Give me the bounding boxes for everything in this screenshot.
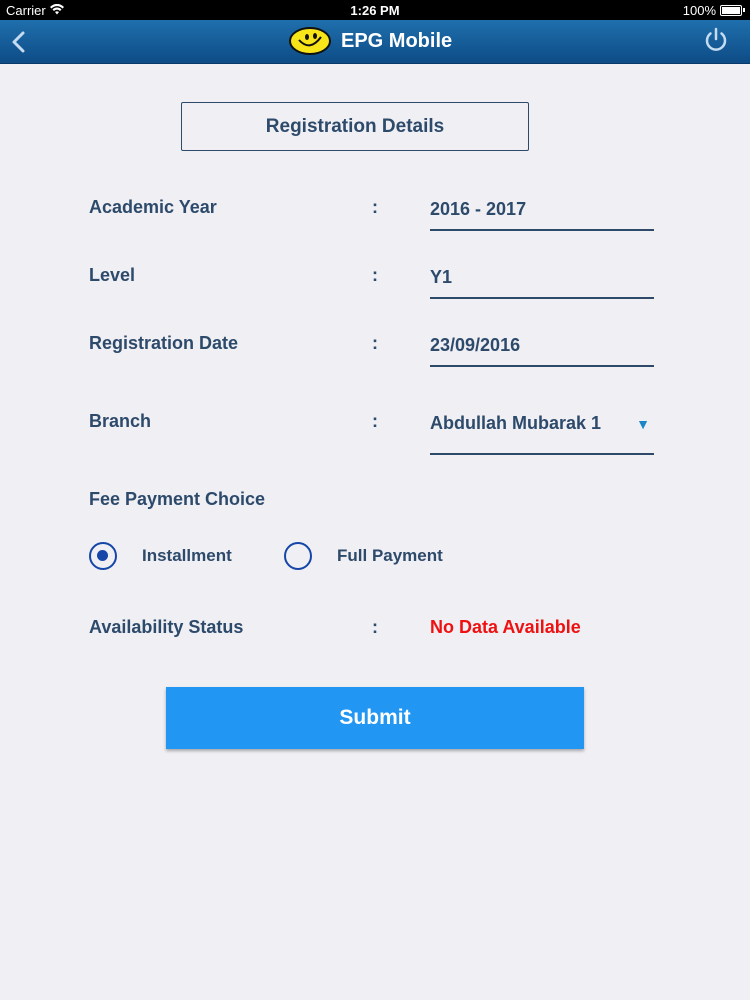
academic-year-value: 2016 - 2017 [430,199,527,219]
battery-icon [720,5,742,16]
submit-button[interactable]: Submit [166,687,584,749]
registration-date-label: Registration Date [89,333,239,353]
status-bar: Carrier 1:26 PM 100% [0,0,750,20]
header-title: Registration Details [265,115,445,137]
branch-label: Branch [89,411,152,431]
colon: : [372,411,378,431]
availability-status-label: Availability Status [89,617,244,637]
level-field[interactable]: Y1 [430,267,654,299]
installment-option-label[interactable]: Installment [142,546,232,566]
chevron-left-icon[interactable] [8,29,30,55]
registration-date-value: 23/09/2016 [430,335,521,355]
triangle-down-icon: ▼ [636,416,650,432]
academic-year-field[interactable]: 2016 - 2017 [430,199,654,231]
availability-status-value: No Data Available [430,617,581,637]
nav-bar: EPG Mobile [0,20,750,64]
academic-year-label: Academic Year [89,197,217,217]
submit-button-label: Submit [339,706,411,729]
colon: : [372,197,378,217]
branch-value: Abdullah Mubarak 1 [430,413,602,433]
battery-percent: 100% [682,3,716,18]
fee-payment-label: Fee Payment Choice [89,489,266,509]
colon: : [372,333,378,353]
full-payment-option-label[interactable]: Full Payment [337,546,443,566]
colon: : [372,265,378,285]
colon: : [372,617,378,637]
branch-dropdown[interactable]: Abdullah Mubarak 1 ▼ [430,413,654,455]
registration-date-field[interactable]: 23/09/2016 [430,335,654,367]
app-title: EPG Mobile [341,30,453,52]
power-icon[interactable] [702,26,730,54]
level-label: Level [89,265,136,285]
installment-radio[interactable] [89,542,117,570]
radio-selected-dot [97,550,108,561]
level-value: Y1 [430,267,453,287]
clock: 1:26 PM [350,3,400,18]
registration-details-header: Registration Details [181,102,529,151]
full-payment-radio[interactable] [284,542,312,570]
smiley-logo-icon [289,27,331,55]
